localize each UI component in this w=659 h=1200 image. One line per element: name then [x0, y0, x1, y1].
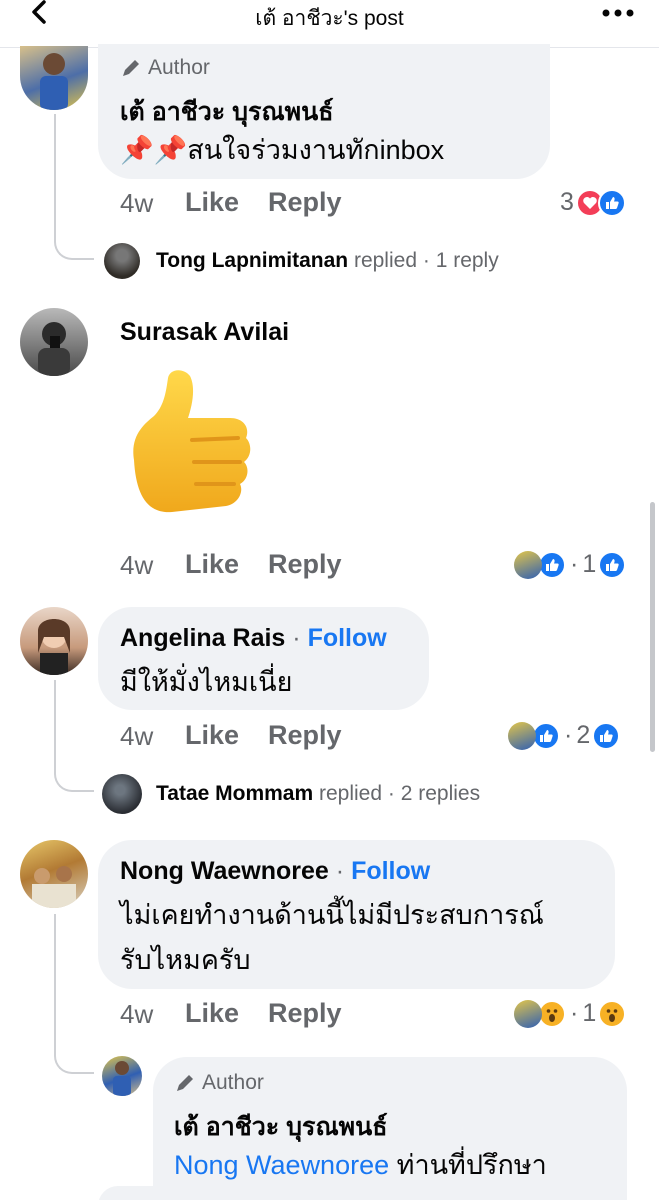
thread-connector [54, 114, 94, 260]
comment-text: 📌📌สนใจร่วมงานทักinbox [120, 130, 444, 170]
pencil-icon [123, 60, 139, 76]
separator-dot: · [387, 782, 395, 805]
reaction-summary[interactable]: 3 [560, 188, 626, 217]
reactor-avatar [508, 721, 536, 750]
reaction-count: 3 [560, 188, 574, 216]
commenter-name-text[interactable]: Nong Waewnoree [120, 857, 329, 885]
top-bar: เต้ อาชีวะ's post [0, 0, 659, 48]
reactor-avatar [514, 550, 542, 579]
author-badge: Author [120, 56, 210, 80]
separator-dot: · [564, 721, 573, 749]
commenter-name-text[interactable]: Angelina Rais [120, 624, 285, 652]
separator-dot: · [292, 624, 301, 652]
commenter-name[interactable]: Surasak Avilai [120, 318, 289, 347]
reaction-count: 2 [576, 721, 591, 749]
comment-text-line-2: รับไหมครับ [120, 945, 251, 975]
like-reaction-icon [538, 550, 566, 579]
replied-label: replied [353, 249, 417, 272]
reply-button[interactable]: Reply [268, 720, 342, 751]
avatar[interactable] [102, 1056, 142, 1096]
reactor-avatar [514, 999, 542, 1028]
like-button[interactable]: Like [185, 187, 239, 218]
wow-reaction-icon [538, 999, 566, 1028]
author-tag-label: Author [202, 1071, 264, 1094]
reply-text: Nong Waewnoree ท่านที่ปรึกษา [174, 1145, 547, 1185]
replier-name: Tong Lapnimitanan [156, 249, 349, 272]
thread-connector [54, 914, 94, 1074]
like-reaction-icon [598, 550, 627, 579]
reaction-summary[interactable]: · 2 [508, 721, 621, 750]
comment-time: 4w [120, 188, 154, 218]
wow-reaction-icon [598, 999, 627, 1028]
commenter-name: Angelina Rais · Follow [120, 624, 387, 653]
separator-dot: · [570, 550, 579, 578]
author-tag-label: Author [148, 56, 210, 79]
follow-button[interactable]: Follow [308, 624, 387, 652]
reaction-count: 1 [582, 550, 597, 578]
comment-time: 4w [120, 999, 154, 1029]
follow-button[interactable]: Follow [351, 857, 430, 885]
reaction-count: 1 [582, 999, 597, 1027]
comment-time: 4w [120, 721, 154, 751]
comment-text-line-1: ไม่เคยทำงานด้านนี้ไม่มีประสบการณ์ [120, 900, 544, 930]
replies-count: 1 reply [435, 249, 499, 272]
scrollbar[interactable] [650, 502, 655, 752]
separator-dot: · [422, 249, 430, 272]
like-button[interactable]: Like [185, 549, 239, 580]
avatar[interactable] [20, 308, 88, 376]
like-button[interactable]: Like [185, 720, 239, 751]
like-reaction-icon [532, 721, 560, 750]
next-comment-bubble [98, 1186, 615, 1200]
replied-label: replied [319, 782, 383, 805]
thumbs-up-sticker [133, 370, 251, 513]
reaction-summary[interactable]: · 1 [514, 999, 627, 1028]
avatar[interactable] [104, 243, 140, 279]
like-reaction-icon [592, 721, 621, 750]
avatar[interactable] [20, 840, 88, 908]
author-badge: Author [174, 1071, 264, 1095]
like-button[interactable]: Like [185, 998, 239, 1029]
avatar[interactable] [20, 46, 88, 110]
comment-text-body: สนใจร่วมงานทักinbox [187, 135, 445, 165]
reply-button[interactable]: Reply [268, 187, 342, 218]
pencil-icon [177, 1075, 193, 1091]
avatar[interactable] [20, 607, 88, 675]
replies-link[interactable]: Tatae Mommam replied · 2 replies [156, 782, 480, 806]
commenter-name[interactable]: เต้ อาชีวะ บุรณพนธ์ [174, 1107, 387, 1147]
separator-dot: · [335, 857, 345, 885]
reply-text-body: ท่านที่ปรึกษา [396, 1150, 547, 1180]
more-options-icon[interactable] [600, 6, 636, 20]
reply-button[interactable]: Reply [268, 549, 342, 580]
comment-text: มีให้มั่งไหมเนี่ย [120, 667, 293, 697]
replies-link[interactable]: Tong Lapnimitanan replied · 1 reply [156, 249, 499, 273]
page-title: เต้ อาชีวะ's post [255, 7, 404, 30]
mention-link[interactable]: Nong Waewnoree [174, 1150, 389, 1180]
pushpin-emoji: 📌📌 [120, 135, 188, 165]
comment-time: 4w [120, 550, 154, 580]
thread-connector [54, 680, 94, 792]
avatar[interactable] [102, 774, 142, 814]
replier-name: Tatae Mommam [156, 782, 314, 805]
reply-button[interactable]: Reply [268, 998, 342, 1029]
separator-dot: · [570, 999, 579, 1027]
commenter-name: Nong Waewnoree · Follow [120, 857, 430, 886]
replies-count: 2 replies [400, 782, 481, 805]
commenter-name[interactable]: เต้ อาชีวะ บุรณพนธ์ [120, 92, 333, 132]
reaction-summary[interactable]: · 1 [514, 550, 627, 579]
like-reaction-icon [597, 188, 626, 217]
